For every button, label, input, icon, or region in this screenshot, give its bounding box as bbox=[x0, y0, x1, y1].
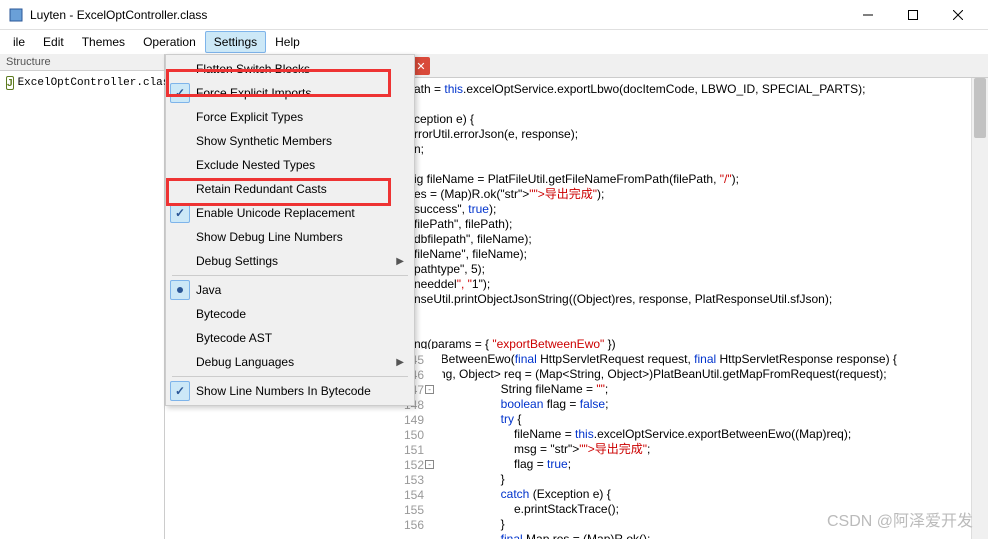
menu-option-label: Show Synthetic Members bbox=[196, 134, 404, 148]
menu-option-force-explicit-types[interactable]: Force Explicit Types bbox=[168, 105, 412, 129]
menu-operation[interactable]: Operation bbox=[134, 31, 205, 53]
menu-themes[interactable]: Themes bbox=[73, 31, 134, 53]
check-icon bbox=[170, 203, 190, 223]
maximize-button[interactable] bbox=[890, 1, 935, 29]
menu-separator bbox=[172, 376, 408, 377]
check-icon bbox=[170, 155, 190, 175]
check-icon bbox=[170, 251, 190, 271]
menu-option-exclude-nested-types[interactable]: Exclude Nested Types bbox=[168, 153, 412, 177]
menu-option-label: Force Explicit Types bbox=[196, 110, 404, 124]
window-controls bbox=[845, 1, 980, 29]
menu-option-label: Exclude Nested Types bbox=[196, 158, 404, 172]
menu-option-show-debug-line-numbers[interactable]: Show Debug Line Numbers bbox=[168, 225, 412, 249]
settings-dropdown: Flatten Switch Blocks Force Explicit Impo… bbox=[165, 54, 415, 406]
code-content: ath = this.excelOptService.exportLbwo(do… bbox=[408, 78, 903, 539]
menu-option-label: Retain Redundant Casts bbox=[196, 182, 404, 196]
tree-item-label: ExcelOptController.class bbox=[18, 77, 176, 89]
check-icon bbox=[170, 352, 190, 372]
radio-icon bbox=[170, 280, 190, 300]
minimize-button[interactable] bbox=[845, 1, 890, 29]
check-icon bbox=[170, 227, 190, 247]
submenu-arrow-icon: ▶ bbox=[396, 256, 404, 267]
sidebar-tree: J ExcelOptController.class bbox=[0, 71, 164, 95]
java-file-icon: J bbox=[6, 76, 14, 90]
menu-ile[interactable]: ile bbox=[4, 31, 34, 53]
scrollbar-thumb[interactable] bbox=[974, 78, 986, 138]
menu-option-flatten-switch-blocks[interactable]: Flatten Switch Blocks bbox=[168, 57, 412, 81]
menu-option-label: Force Explicit Imports bbox=[196, 86, 404, 100]
titlebar: Luyten - ExcelOptController.class bbox=[0, 0, 988, 30]
menu-option-label: Debug Languages bbox=[196, 355, 396, 369]
menu-option-label: Bytecode bbox=[196, 307, 404, 321]
menu-option-bytecode-ast[interactable]: Bytecode AST bbox=[168, 326, 412, 350]
tree-item-file[interactable]: J ExcelOptController.class bbox=[6, 75, 158, 91]
check-icon bbox=[170, 59, 190, 79]
menu-option-show-synthetic-members[interactable]: Show Synthetic Members bbox=[168, 129, 412, 153]
watermark: CSDN @阿泽爱开发 bbox=[827, 507, 973, 531]
menu-option-debug-languages[interactable]: Debug Languages▶ bbox=[168, 350, 412, 374]
menu-option-label: Enable Unicode Replacement bbox=[196, 206, 404, 220]
check-icon bbox=[170, 107, 190, 127]
menu-option-label: Debug Settings bbox=[196, 254, 396, 268]
app-icon bbox=[8, 7, 24, 23]
menu-option-label: Show Line Numbers In Bytecode bbox=[196, 384, 404, 398]
menu-settings[interactable]: Settings bbox=[205, 31, 266, 53]
menu-option-label: Java bbox=[196, 283, 404, 297]
menu-option-label: Bytecode AST bbox=[196, 331, 404, 345]
menu-option-retain-redundant-casts[interactable]: Retain Redundant Casts bbox=[168, 177, 412, 201]
check-icon bbox=[170, 381, 190, 401]
menu-option-enable-unicode-replacement[interactable]: Enable Unicode Replacement bbox=[168, 201, 412, 225]
menu-option-bytecode[interactable]: Bytecode bbox=[168, 302, 412, 326]
check-icon bbox=[170, 179, 190, 199]
menu-option-debug-settings[interactable]: Debug Settings▶ bbox=[168, 249, 412, 273]
radio-icon bbox=[170, 304, 190, 324]
window-title: Luyten - ExcelOptController.class bbox=[30, 8, 845, 22]
vertical-scrollbar[interactable] bbox=[971, 78, 988, 539]
menu-separator bbox=[172, 275, 408, 276]
menu-help[interactable]: Help bbox=[266, 31, 309, 53]
menu-option-show-line-numbers-in-bytecode[interactable]: Show Line Numbers In Bytecode bbox=[168, 379, 412, 403]
menu-option-java[interactable]: Java bbox=[168, 278, 412, 302]
submenu-arrow-icon: ▶ bbox=[396, 357, 404, 368]
menu-edit[interactable]: Edit bbox=[34, 31, 73, 53]
menu-option-force-explicit-imports[interactable]: Force Explicit Imports bbox=[168, 81, 412, 105]
radio-icon bbox=[170, 328, 190, 348]
check-icon bbox=[170, 83, 190, 103]
check-icon bbox=[170, 131, 190, 151]
sidebar-header: Structure bbox=[0, 54, 164, 71]
workspace: Structure J ExcelOptController.class ✕ a… bbox=[0, 54, 988, 539]
menu-option-label: Flatten Switch Blocks bbox=[196, 62, 404, 76]
menubar: ileEditThemesOperationSettingsHelp bbox=[0, 30, 988, 54]
menu-option-label: Show Debug Line Numbers bbox=[196, 230, 404, 244]
sidebar: Structure J ExcelOptController.class bbox=[0, 54, 165, 539]
close-button[interactable] bbox=[935, 1, 980, 29]
